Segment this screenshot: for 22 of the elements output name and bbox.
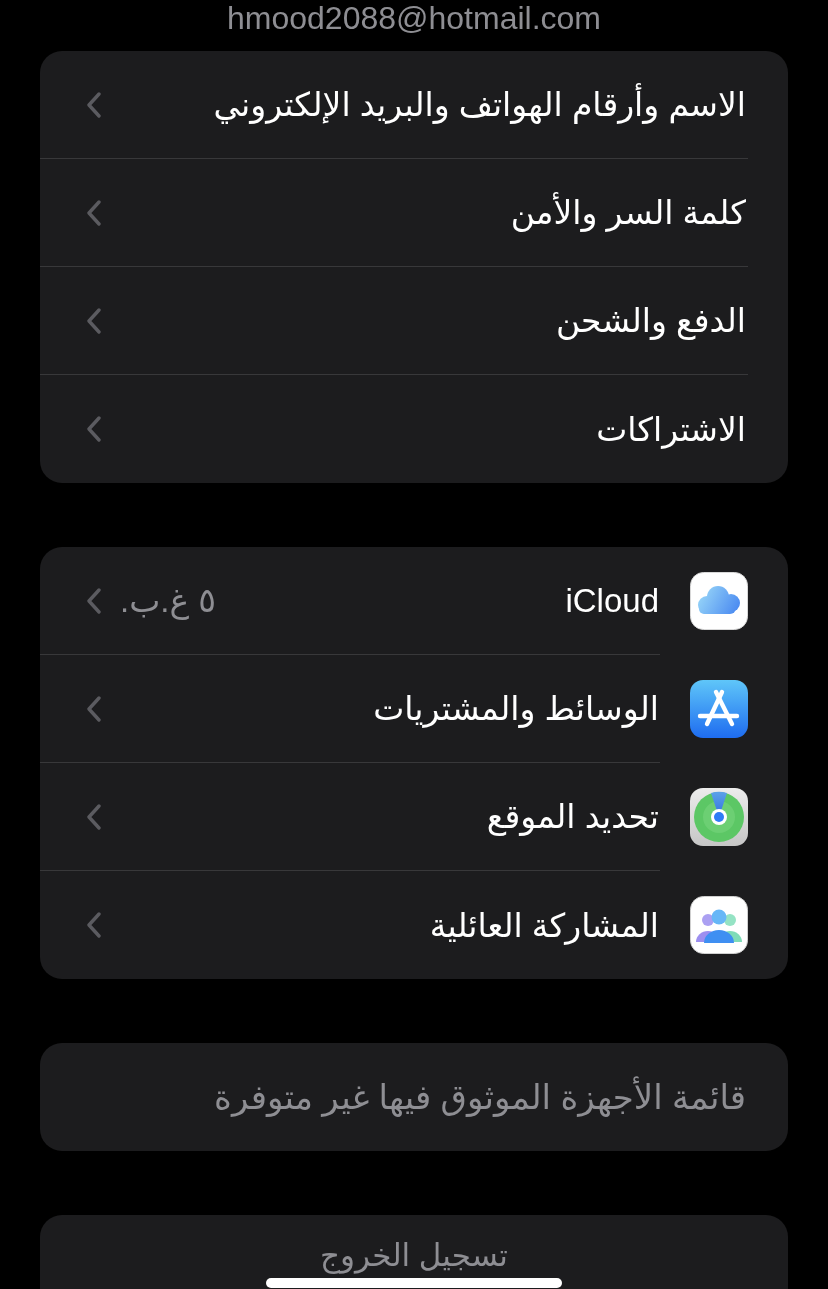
chevron-icon [86,587,102,614]
chevron-icon [86,695,102,722]
chevron-icon [86,416,102,442]
storage-amount: ٥ غ.ب. [120,581,216,620]
settings-row[interactable]: كلمة السر والأمن [40,159,788,267]
settings-row[interactable]: الدفع والشحن [40,267,788,375]
account-email: hmood2088@hotmail.com [226,0,602,36]
chevron-icon [86,307,102,334]
location-radar-icon [690,788,748,846]
settings-row[interactable]: المشاركة العائلية [40,871,788,979]
a-letter-icon [690,680,748,738]
settings-row[interactable]: الاشتراكات [40,375,788,483]
people-group-icon [690,896,748,954]
chevron-icon [86,199,102,226]
settings-row[interactable]: الاسم وأرقام الهواتف والبريد الإلكتروني [40,51,788,159]
chevron-icon [86,803,102,830]
devices-unavailable-text: قائمة الأجهزة الموثوق فيها غير متوفرة [214,1077,746,1117]
chevron-icon [86,912,102,938]
settings-row[interactable]: تحديد الموقع [40,763,788,871]
cloud-icon [690,572,748,630]
chevron-icon [86,91,102,118]
settings-row[interactable]: الوسائط والمشتريات [40,655,788,763]
